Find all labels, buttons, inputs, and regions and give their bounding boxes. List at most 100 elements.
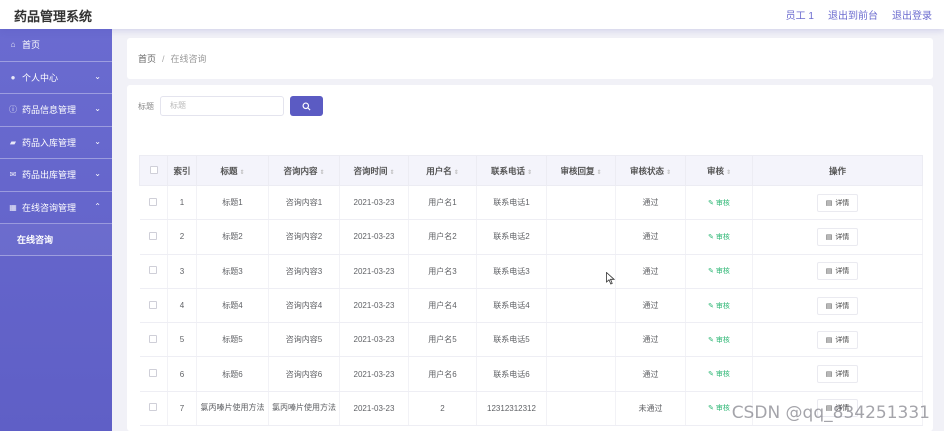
row-select-cell[interactable]: [139, 356, 168, 392]
cell-title: 标题3: [196, 254, 269, 289]
row-select-cell[interactable]: [139, 391, 168, 427]
sidebar-item-personal-center[interactable]: ● 个人中心 ⌄: [0, 62, 112, 94]
detail-button[interactable]: ▤ 详情: [816, 227, 859, 246]
cell-status: 通过: [615, 254, 686, 289]
cell-phone: 联系电话5: [476, 322, 547, 358]
row-checkbox[interactable]: [149, 197, 158, 206]
breadcrumb-home[interactable]: 首页: [138, 52, 156, 65]
top-bar: 药品管理系统 员工 1 退出到前台 退出登录: [0, 0, 944, 29]
col-header-title[interactable]: 标题 ⇕: [196, 155, 269, 186]
chevron-down-icon: ⌄: [94, 136, 101, 146]
cell-audit: ✎ 审核: [685, 322, 753, 358]
row-checkbox[interactable]: [149, 300, 158, 309]
row-select-cell[interactable]: [139, 219, 168, 255]
row-select-cell[interactable]: [139, 254, 168, 289]
cell-username: 用户名1: [408, 185, 477, 221]
audit-link[interactable]: ✎ 审核: [708, 405, 730, 412]
cell-actions: ▤ 详情: [752, 356, 923, 392]
sidebar-item-drug-outbound[interactable]: ✉ 药品出库管理 ⌄: [0, 159, 112, 192]
sidebar-item-home[interactable]: ⌂ 首页: [0, 29, 112, 62]
cell-title: 标题5: [196, 322, 269, 358]
cell-username: 用户名6: [408, 356, 477, 392]
cell-content: 氯丙嗪片使用方法: [268, 391, 340, 427]
row-checkbox[interactable]: [149, 231, 158, 240]
col-header-reply[interactable]: 审核回复 ⇕: [546, 155, 616, 186]
search-button[interactable]: [290, 96, 323, 116]
search-bar: 标题 标题: [138, 96, 323, 116]
cell-index: 5: [167, 322, 197, 358]
audit-link[interactable]: ✎ 审核: [708, 337, 730, 344]
cell-content: 咨询内容2: [268, 219, 340, 255]
cell-index: 1: [167, 185, 197, 221]
detail-button[interactable]: ▤ 详情: [816, 296, 859, 315]
audit-link[interactable]: ✎ 审核: [708, 234, 730, 241]
table-row: 1 标题1 咨询内容1 2021-03-23 用户名1 联系电话1 通过 ✎ 审核 ▤ 详情: [139, 185, 923, 221]
col-header-phone[interactable]: 联系电话 ⇕: [476, 155, 547, 186]
sort-icon[interactable]: ⇕: [239, 170, 244, 176]
current-user[interactable]: 员工 1: [786, 7, 814, 22]
audit-link[interactable]: ✎ 审核: [708, 303, 730, 310]
sidebar-item-online-consult-mgmt[interactable]: ▦ 在线咨询管理 ⌃: [0, 192, 112, 224]
breadcrumb: 首页 / 在线咨询: [127, 38, 933, 79]
cell-actions: ▤ 详情: [752, 185, 923, 221]
sort-icon[interactable]: ⇕: [527, 170, 532, 176]
sort-icon[interactable]: ⇕: [389, 170, 394, 176]
cell-audit: ✎ 审核: [685, 185, 753, 221]
audit-link[interactable]: ✎ 审核: [708, 371, 730, 378]
cell-reply: [546, 185, 616, 221]
table-row: 5 标题5 咨询内容5 2021-03-23 用户名5 联系电话5 通过 ✎ 审核 ▤ 详情: [139, 322, 923, 358]
detail-button[interactable]: ▤ 详情: [816, 330, 859, 349]
cell-username: 用户名2: [408, 219, 477, 255]
sidebar-item-drug-inbound[interactable]: ▰ 药品入库管理 ⌄: [0, 127, 112, 159]
sort-icon[interactable]: ⇕: [596, 170, 601, 176]
col-header-status[interactable]: 审核状态 ⇕: [615, 155, 686, 186]
mail-icon: ✉: [9, 170, 17, 180]
cell-content: 咨询内容1: [268, 185, 340, 221]
row-select-cell[interactable]: [139, 288, 168, 324]
user-icon: ●: [10, 72, 16, 82]
col-header-audit[interactable]: 审核 ⇕: [685, 155, 753, 186]
row-checkbox[interactable]: [149, 369, 158, 378]
sort-icon[interactable]: ⇕: [319, 170, 324, 176]
row-checkbox[interactable]: [149, 334, 158, 343]
col-header-content[interactable]: 咨询内容 ⇕: [268, 155, 340, 186]
detail-button[interactable]: ▤ 详情: [816, 262, 859, 281]
edit-icon: ✎: [708, 302, 714, 310]
row-select-cell[interactable]: [139, 185, 168, 221]
select-all-checkbox[interactable]: [149, 165, 158, 174]
cell-content: 咨询内容6: [268, 356, 340, 392]
detail-button[interactable]: ▤ 详情: [816, 365, 859, 384]
col-header-username[interactable]: 用户名 ⇕: [408, 155, 477, 186]
detail-button[interactable]: ▤ 详情: [816, 193, 859, 212]
cell-index: 2: [167, 219, 197, 255]
chevron-down-icon: ⌄: [94, 169, 101, 178]
audit-link[interactable]: ✎ 审核: [708, 200, 730, 207]
row-checkbox[interactable]: [149, 403, 158, 412]
edit-icon: ✎: [708, 199, 714, 207]
sort-icon[interactable]: ⇕: [666, 170, 671, 176]
cell-phone: 联系电话6: [476, 356, 547, 392]
col-header-time[interactable]: 咨询时间 ⇕: [339, 155, 409, 186]
cell-actions: ▤ 详情: [752, 219, 923, 255]
cell-status: 通过: [615, 185, 686, 221]
edit-icon: ✎: [708, 371, 714, 379]
row-checkbox[interactable]: [149, 266, 158, 275]
row-select-cell[interactable]: [139, 322, 168, 358]
logout-link[interactable]: 退出登录: [892, 7, 932, 22]
sort-icon[interactable]: ⇕: [454, 170, 459, 176]
sidebar: ⌂ 首页 ● 个人中心 ⌄ ⓘ 药品信息管理 ⌄ ▰ 药品入库管理 ⌄ ✉ 药品…: [0, 29, 112, 431]
sidebar-subitem-online-consult[interactable]: 在线咨询: [0, 224, 112, 256]
audit-link[interactable]: ✎ 审核: [708, 268, 730, 275]
select-all-cell[interactable]: [139, 155, 168, 186]
cell-actions: ▤ 详情: [752, 288, 923, 324]
inbox-icon: ▰: [9, 137, 17, 147]
cell-phone: 联系电话3: [476, 254, 547, 289]
search-input[interactable]: 标题: [160, 96, 284, 116]
sidebar-item-drug-info[interactable]: ⓘ 药品信息管理 ⌄: [0, 94, 112, 127]
sidebar-item-label: 药品信息管理: [22, 105, 77, 116]
document-icon: ▤: [825, 302, 833, 310]
sort-icon[interactable]: ⇕: [726, 170, 731, 176]
cell-phone: 联系电话4: [476, 288, 547, 324]
back-to-front-link[interactable]: 退出到前台: [828, 7, 878, 22]
cell-title: 标题2: [196, 219, 269, 255]
